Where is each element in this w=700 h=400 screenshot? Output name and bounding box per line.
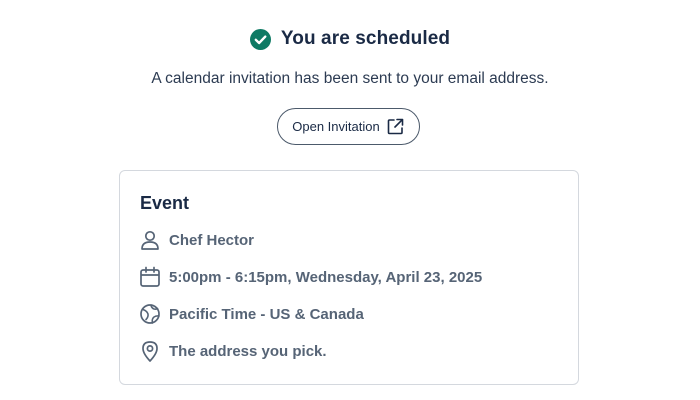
event-datetime-row: 5:00pm - 6:15pm, Wednesday, April 23, 20… — [139, 266, 482, 288]
page-title: You are scheduled — [280, 28, 451, 49]
event-location: The address you pick. — [169, 342, 327, 360]
map-pin-icon — [139, 340, 161, 362]
check-circle-icon — [249, 28, 271, 50]
event-card: Event Chef Hector 5:00pm - 6:15pm, Wedne… — [119, 170, 579, 385]
external-link-icon — [386, 117, 405, 136]
event-timezone-row: Pacific Time - US & Canada — [139, 303, 364, 325]
confirmation-subtitle: A calendar invitation has been sent to y… — [151, 70, 549, 87]
event-card-title: Event — [140, 193, 190, 213]
globe-icon — [139, 303, 161, 325]
event-host: Chef Hector — [169, 231, 255, 249]
event-datetime: 5:00pm - 6:15pm, Wednesday, April 23, 20… — [169, 268, 483, 286]
open-invitation-button[interactable]: Open Invitation — [277, 108, 420, 145]
calendar-icon — [139, 266, 161, 288]
event-host-row: Chef Hector — [139, 229, 254, 251]
person-icon — [139, 229, 161, 251]
confirmation-page: You are scheduled A calendar invitation … — [0, 0, 700, 400]
confirmation-header: You are scheduled — [0, 28, 700, 50]
open-invitation-label: Open Invitation — [292, 119, 380, 134]
event-timezone: Pacific Time - US & Canada — [169, 305, 364, 323]
event-location-row: The address you pick. — [139, 340, 327, 362]
